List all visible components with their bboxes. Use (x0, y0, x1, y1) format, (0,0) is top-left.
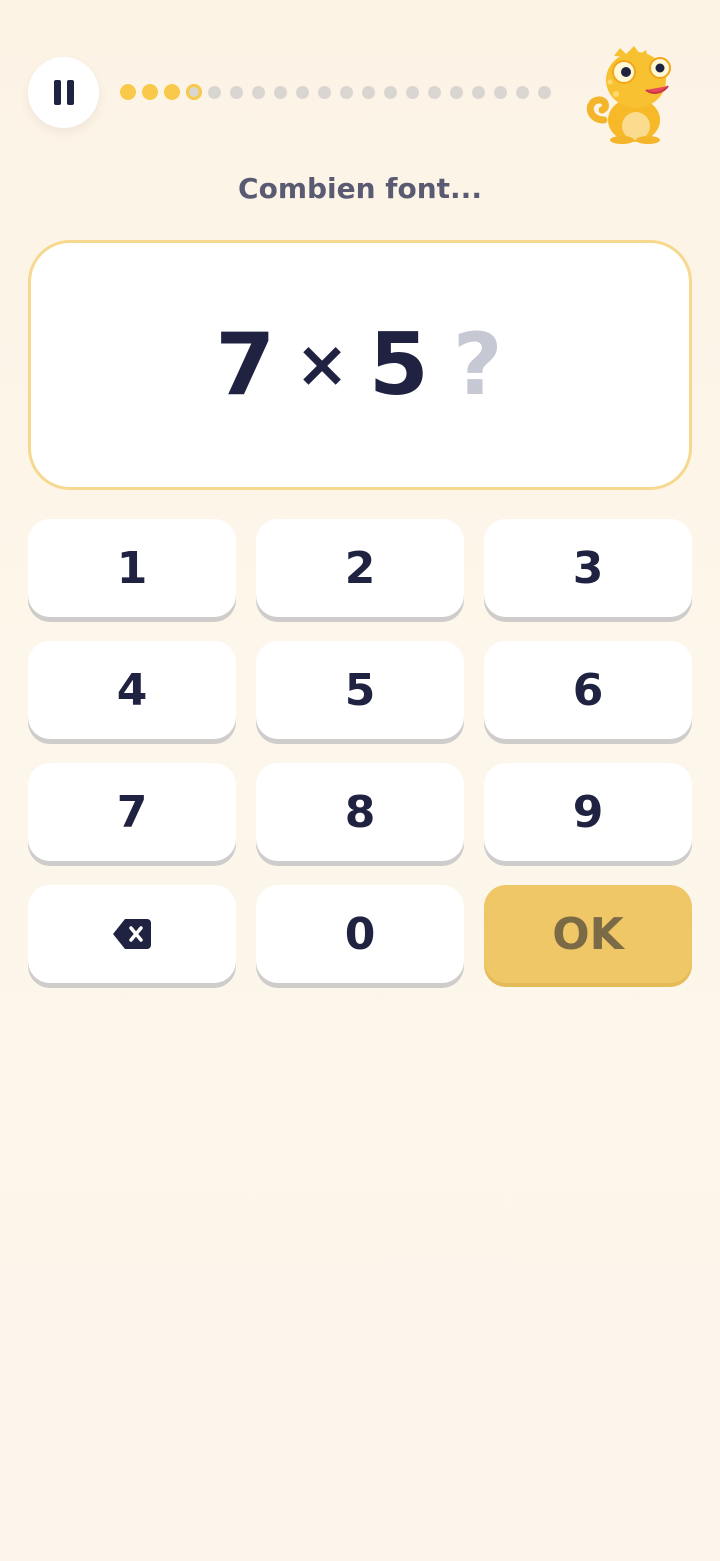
pause-icon (53, 80, 61, 105)
progress-dot (516, 85, 529, 99)
progress-dot (384, 85, 397, 99)
progress-dot (362, 85, 375, 99)
operand-left: 7 (215, 315, 278, 415)
progress-dot (186, 84, 202, 100)
progress-dot (428, 85, 441, 99)
progress-dot (472, 85, 485, 99)
chameleon-mascot-icon (586, 46, 671, 144)
question-card: 7 × 5? (28, 240, 692, 490)
key-5[interactable]: 5 (256, 641, 464, 739)
progress-dot (208, 85, 221, 99)
key-7[interactable]: 7 (28, 763, 236, 861)
progress-dot (494, 85, 507, 99)
progress-dot (406, 85, 419, 99)
key-6[interactable]: 6 (484, 641, 692, 739)
key-9[interactable]: 9 (484, 763, 692, 861)
key-8[interactable]: 8 (256, 763, 464, 861)
progress-dot (296, 85, 309, 99)
key-2[interactable]: 2 (256, 519, 464, 617)
progress-dot (230, 85, 243, 99)
operand-right: 5 (368, 315, 431, 415)
key-3[interactable]: 3 (484, 519, 692, 617)
question-expression: 7 × 5? (215, 315, 504, 415)
progress-dot (340, 85, 353, 99)
progress-dot (274, 85, 287, 99)
backspace-button[interactable] (28, 885, 236, 983)
operator: × (295, 328, 351, 402)
answer-placeholder: ? (452, 315, 505, 415)
progress-dot (252, 85, 265, 99)
ok-button[interactable]: OK (484, 885, 692, 983)
progress-dot (538, 85, 551, 99)
backspace-icon (113, 919, 151, 949)
progress-dots (120, 84, 560, 100)
progress-dot (120, 84, 136, 100)
progress-dot (450, 85, 463, 99)
question-prompt: Combien font... (238, 172, 482, 205)
key-0[interactable]: 0 (256, 885, 464, 983)
key-4[interactable]: 4 (28, 641, 236, 739)
key-1[interactable]: 1 (28, 519, 236, 617)
progress-dot (142, 84, 158, 100)
progress-dot (164, 84, 180, 100)
pause-button[interactable] (28, 57, 99, 128)
progress-dot (318, 85, 331, 99)
